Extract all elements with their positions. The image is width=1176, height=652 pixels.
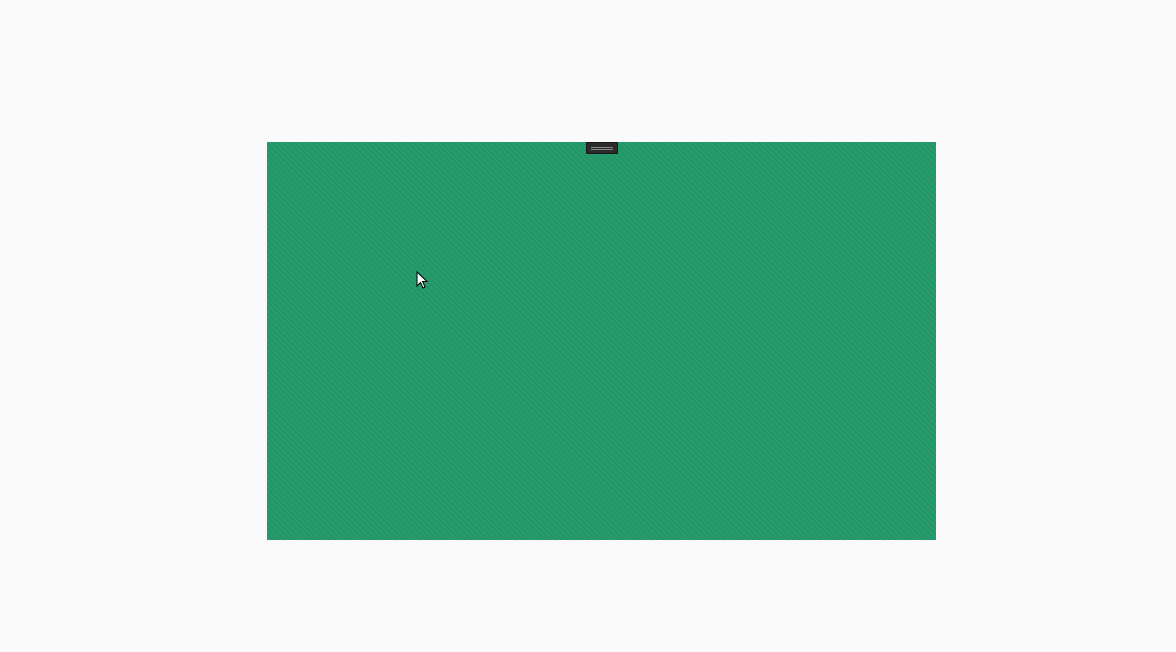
- desktop[interactable]: [267, 142, 936, 540]
- handle-line-icon: [591, 149, 613, 150]
- panel-reveal-handle[interactable]: [586, 142, 618, 154]
- handle-line-icon: [591, 147, 613, 148]
